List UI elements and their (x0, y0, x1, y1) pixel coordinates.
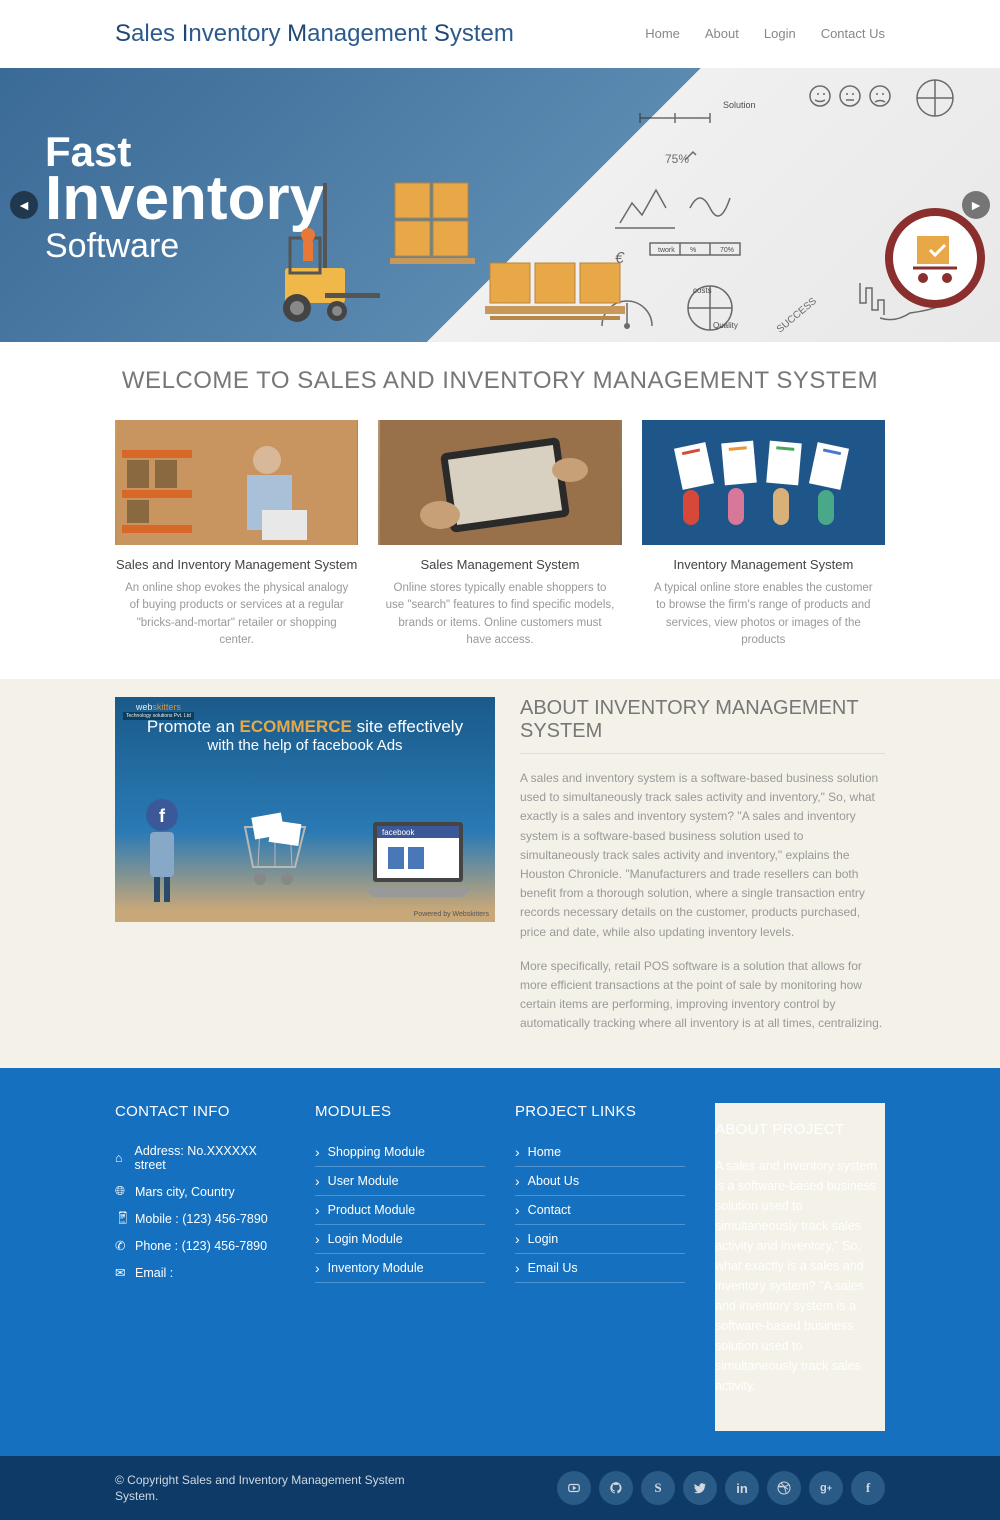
nav-menu: Home About Login Contact Us (645, 25, 885, 43)
nav-home[interactable]: Home (645, 26, 680, 41)
hero-boxes2-icon (480, 258, 630, 338)
module-inventory[interactable]: Inventory Module (315, 1254, 485, 1283)
link-about[interactable]: About Us (515, 1167, 685, 1196)
link-home[interactable]: Home (515, 1138, 685, 1167)
footer-modules-col: MODULES Shopping Module User Module Prod… (315, 1103, 485, 1431)
mail-icon: ✉ (115, 1265, 127, 1280)
svg-text:Quality: Quality (713, 321, 738, 330)
feature-card-inventory: Inventory Management System A typical on… (642, 420, 885, 649)
welcome-heading: WELCOME TO SALES AND INVENTORY MANAGEMEN… (115, 367, 885, 395)
card-image-tablet-icon (378, 420, 621, 545)
footer-links-col: PROJECT LINKS Home About Us Contact Logi… (515, 1103, 685, 1431)
nav-login[interactable]: Login (764, 26, 796, 41)
about-para-2: More specifically, retail POS software i… (520, 957, 885, 1034)
link-contact[interactable]: Contact (515, 1196, 685, 1225)
carousel-prev-button[interactable]: ◄ (10, 191, 38, 219)
footer-about-text: A sales and inventory system is a softwa… (715, 1156, 885, 1396)
card-desc: An online shop evokes the physical analo… (115, 580, 358, 649)
module-login[interactable]: Login Module (315, 1225, 485, 1254)
footer-about-col: ABOUT PROJECT A sales and inventory syst… (715, 1103, 885, 1431)
feature-card-sales-inventory: Sales and Inventory Management System An… (115, 420, 358, 649)
social-dribbble-icon[interactable] (767, 1471, 801, 1505)
footer-contact-heading: CONTACT INFO (115, 1103, 285, 1120)
contact-address: ⌂Address: No.XXXXXX street (115, 1138, 285, 1178)
about-heading: ABOUT INVENTORY MANAGEMENT SYSTEM (520, 697, 885, 754)
nav-contact[interactable]: Contact Us (821, 26, 885, 41)
footer-contact-col: CONTACT INFO ⌂Address: No.XXXXXX street … (115, 1103, 285, 1431)
svg-text:f: f (159, 806, 166, 826)
social-facebook-icon[interactable]: f (851, 1471, 885, 1505)
module-shopping[interactable]: Shopping Module (315, 1138, 485, 1167)
about-para-1: A sales and inventory system is a softwa… (520, 769, 885, 942)
hero-forklift-icon (275, 183, 385, 328)
footer-modules-heading: MODULES (315, 1103, 485, 1120)
bottom-bar: © Copyright Sales and Inventory Manageme… (0, 1456, 1000, 1520)
svg-text:SUCCESS: SUCCESS (775, 296, 819, 336)
copyright-text: © Copyright Sales and Inventory Manageme… (115, 1472, 445, 1506)
carousel-next-button[interactable]: ► (962, 191, 990, 219)
card-title: Inventory Management System (642, 557, 885, 572)
social-skype-icon[interactable]: S (641, 1471, 675, 1505)
hero-carousel: 75% € costsQuality SUCCESS twork%70% Sol… (0, 68, 1000, 342)
header: Sales Inventory Management System Home A… (0, 0, 1000, 68)
footer: CONTACT INFO ⌂Address: No.XXXXXX street … (0, 1068, 1000, 1456)
contact-mobile: 📱︎Mobile : (123) 456-7890 (115, 1205, 285, 1232)
svg-text:costs: costs (693, 286, 712, 295)
social-linkedin-icon[interactable]: in (725, 1471, 759, 1505)
card-title: Sales Management System (378, 557, 621, 572)
hero-cart-badge-icon (885, 208, 985, 308)
social-github-icon[interactable] (599, 1471, 633, 1505)
svg-text:twork: twork (658, 247, 675, 254)
card-desc: Online stores typically enable shoppers … (378, 580, 621, 649)
hero-boxes-icon (385, 178, 480, 273)
contact-phone: ✆Phone : (123) 456-7890 (115, 1232, 285, 1259)
contact-email: ✉Email : (115, 1259, 285, 1286)
home-icon: ⌂ (115, 1151, 127, 1165)
welcome-section: WELCOME TO SALES AND INVENTORY MANAGEMEN… (0, 342, 1000, 679)
about-section: webskittersTechnology solutions Pvt. Ltd… (0, 679, 1000, 1068)
card-title: Sales and Inventory Management System (115, 557, 358, 572)
card-image-docs-icon (642, 420, 885, 545)
mobile-icon: 📱︎ (115, 1211, 127, 1226)
globe-icon: 🌐︎ (115, 1184, 127, 1199)
social-links: S in g+ f (557, 1471, 885, 1505)
social-twitter-icon[interactable] (683, 1471, 717, 1505)
svg-text:facebook: facebook (382, 828, 415, 837)
footer-links-heading: PROJECT LINKS (515, 1103, 685, 1120)
link-login[interactable]: Login (515, 1225, 685, 1254)
module-product[interactable]: Product Module (315, 1196, 485, 1225)
svg-text:70%: 70% (720, 247, 734, 254)
card-desc: A typical online store enables the custo… (642, 580, 885, 649)
site-logo[interactable]: Sales Inventory Management System (115, 20, 514, 48)
nav-about[interactable]: About (705, 26, 739, 41)
card-image-warehouse-icon (115, 420, 358, 545)
contact-city: 🌐︎Mars city, Country (115, 1178, 285, 1205)
social-youtube-icon[interactable] (557, 1471, 591, 1505)
link-email[interactable]: Email Us (515, 1254, 685, 1283)
promo-banner-icon: webskittersTechnology solutions Pvt. Ltd… (115, 697, 495, 922)
phone-icon: ✆ (115, 1238, 127, 1253)
footer-about-heading: ABOUT PROJECT (715, 1121, 885, 1138)
social-gplus-icon[interactable]: g+ (809, 1471, 843, 1505)
module-user[interactable]: User Module (315, 1167, 485, 1196)
svg-text:%: % (690, 247, 696, 254)
svg-text:Solution: Solution (723, 100, 756, 110)
feature-card-sales: Sales Management System Online stores ty… (378, 420, 621, 649)
